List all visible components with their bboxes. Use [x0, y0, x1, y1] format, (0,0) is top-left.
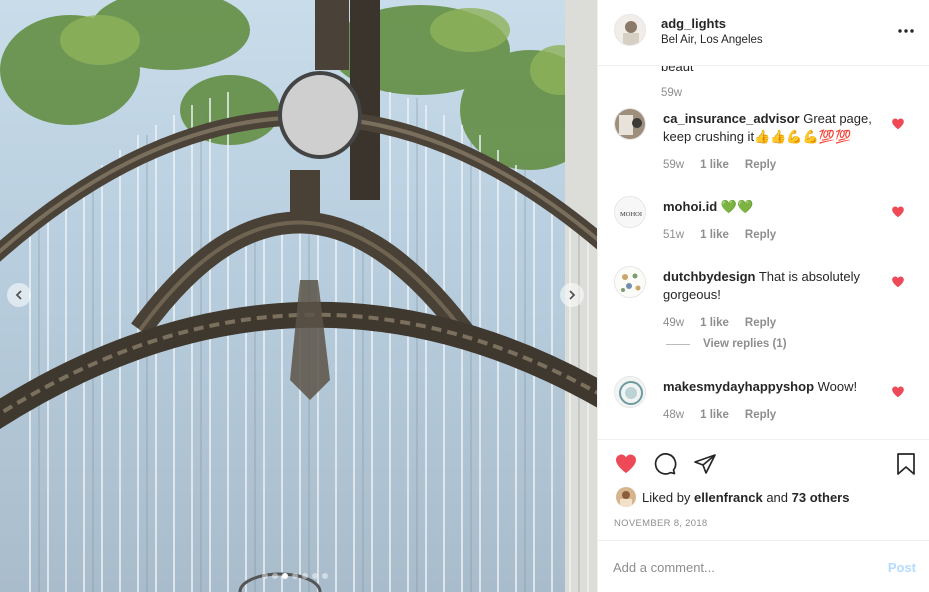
comment-text: ca_insurance_advisor Great page, keep cr…	[663, 110, 878, 146]
carousel-indicator	[262, 573, 328, 579]
add-comment-form: Post	[598, 540, 929, 592]
comment-age[interactable]: 49w	[663, 317, 684, 329]
carousel-dot	[262, 573, 268, 579]
post-location[interactable]: Bel Air, Los Angeles	[661, 34, 763, 46]
heart-icon[interactable]	[891, 205, 905, 219]
commenter-avatar[interactable]	[614, 376, 646, 408]
liker-avatar[interactable]	[616, 487, 636, 507]
post-date[interactable]: NOVEMBER 8, 2018	[614, 518, 708, 529]
comment-username[interactable]: mohoi.id	[663, 199, 717, 214]
comment-username[interactable]: ca_insurance_advisor	[663, 111, 800, 126]
previous-comment-text: beaut	[661, 66, 694, 74]
comment-likes[interactable]: 1 like	[700, 409, 729, 421]
commenter-avatar-image	[615, 267, 645, 297]
comment-likes[interactable]: 1 like	[700, 229, 729, 241]
comment-username[interactable]: dutchbydesign	[663, 269, 755, 284]
view-replies-label[interactable]: View replies (1)	[703, 338, 787, 350]
comment-text: makesmydayhappyshop Woow!	[663, 378, 878, 396]
reply-button[interactable]: Reply	[745, 229, 776, 241]
comment-age[interactable]: 48w	[663, 409, 684, 421]
replies-divider	[666, 343, 690, 345]
more-options-icon[interactable]	[897, 22, 915, 40]
view-replies-button[interactable]: View replies (1)	[666, 338, 787, 350]
previous-comment-age[interactable]: 59w	[661, 87, 682, 99]
commenter-avatar[interactable]: MOHOI	[614, 196, 646, 228]
commenter-avatar-image	[615, 377, 645, 407]
likes-others-link[interactable]: 73 others	[792, 490, 850, 505]
comment-likes[interactable]: 1 like	[700, 159, 729, 171]
commenter-avatar[interactable]	[614, 266, 646, 298]
likes-prefix: Liked by	[642, 489, 691, 505]
comments-list[interactable]: beaut 59w ca_insurance_advisor Great pag…	[598, 66, 929, 439]
commenter-avatar-image	[615, 109, 645, 139]
chevron-right-icon	[569, 290, 576, 300]
comment-input[interactable]	[613, 557, 863, 577]
owner-avatar[interactable]	[614, 14, 646, 46]
avatar-logo-text: MOHOI	[620, 211, 642, 218]
commenter-avatar-image: MOHOI	[615, 197, 645, 227]
post-header: adg_lights Bel Air, Los Angeles	[598, 0, 929, 66]
post-sidebar: adg_lights Bel Air, Los Angeles beaut 59…	[597, 0, 929, 592]
chevron-left-icon	[15, 290, 22, 300]
heart-icon[interactable]	[891, 275, 905, 289]
post-comment-button[interactable]: Post	[888, 560, 916, 575]
heart-icon[interactable]	[891, 117, 905, 131]
liker-avatar-image	[616, 487, 636, 507]
liker-username[interactable]: ellenfranck	[694, 490, 763, 505]
comment-meta: 48w 1 like Reply	[663, 409, 776, 421]
heart-icon[interactable]	[891, 385, 905, 399]
bookmark-icon[interactable]	[896, 452, 916, 476]
commenter-avatar[interactable]	[614, 108, 646, 140]
carousel-dot	[272, 573, 278, 579]
carousel-dot	[312, 573, 318, 579]
heart-icon[interactable]	[613, 452, 639, 476]
carousel-dot	[282, 573, 288, 579]
reply-button[interactable]: Reply	[745, 159, 776, 171]
reply-button[interactable]: Reply	[745, 317, 776, 329]
carousel-dot	[302, 573, 308, 579]
chandelier-image	[0, 0, 597, 592]
comment-username[interactable]: makesmydayhappyshop	[663, 379, 814, 394]
previous-slide-button[interactable]	[7, 283, 31, 307]
share-icon[interactable]	[693, 452, 717, 476]
carousel-dot	[322, 573, 328, 579]
reply-button[interactable]: Reply	[745, 409, 776, 421]
comment-icon[interactable]	[652, 452, 678, 476]
comment-body: Woow!	[817, 379, 858, 394]
comment-meta: 51w 1 like Reply	[663, 229, 776, 241]
comment-meta: 59w 1 like Reply	[663, 159, 776, 171]
comment-age[interactable]: 51w	[663, 229, 684, 241]
likes-joiner: and	[766, 489, 789, 505]
comment-text: dutchbydesign That is absolutely gorgeou…	[663, 268, 878, 304]
comment-text: mohoi.id 💚💚	[663, 198, 878, 216]
owner-avatar-image	[615, 15, 645, 45]
comment-meta: 49w 1 like Reply	[663, 317, 776, 329]
post-actions: Liked by ellenfranck and 73 others NOVEM…	[598, 439, 929, 540]
next-slide-button[interactable]	[560, 283, 584, 307]
likes-summary: Liked by ellenfranck and 73 others	[616, 487, 849, 507]
carousel-dot	[292, 573, 298, 579]
comment-likes[interactable]: 1 like	[700, 317, 729, 329]
comment-age[interactable]: 59w	[663, 159, 684, 171]
comment-body: 💚💚	[720, 199, 754, 214]
post-photo[interactable]	[0, 0, 597, 592]
owner-username[interactable]: adg_lights	[661, 16, 726, 31]
